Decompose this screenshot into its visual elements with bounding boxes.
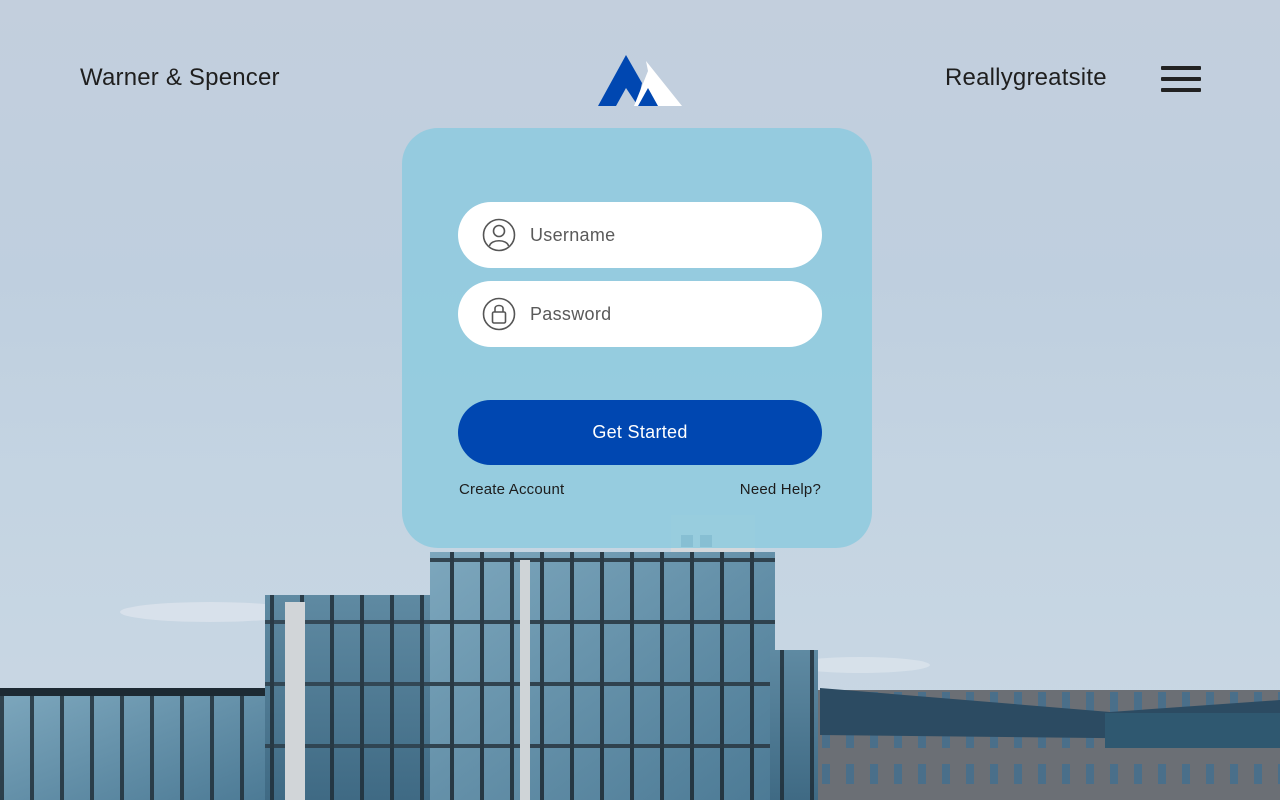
username-field[interactable] [458, 202, 822, 268]
password-input[interactable] [528, 302, 802, 326]
password-field[interactable] [458, 281, 822, 347]
hamburger-menu-icon[interactable] [1161, 66, 1201, 92]
login-card: Get Started Create Account Need Help? [402, 128, 872, 548]
site-link[interactable]: Reallygreatsite [945, 64, 1107, 92]
username-input[interactable] [528, 223, 802, 247]
user-icon [482, 218, 516, 252]
need-help-link[interactable]: Need Help? [740, 481, 821, 498]
brand-name: Warner & Spencer [80, 64, 280, 91]
create-account-link[interactable]: Create Account [459, 481, 564, 498]
mountain-peaks-logo [598, 55, 682, 106]
lock-icon [482, 297, 516, 331]
get-started-button[interactable]: Get Started [458, 400, 822, 465]
